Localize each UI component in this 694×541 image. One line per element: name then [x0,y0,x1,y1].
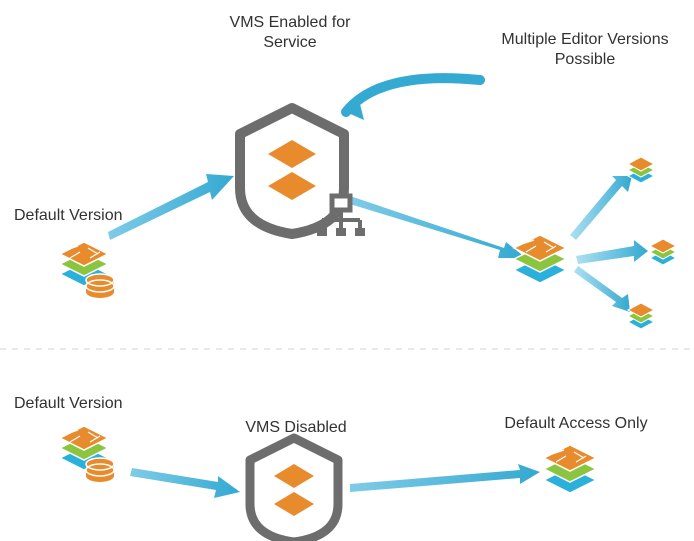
label-default-version-bottom: Default Version [14,394,154,414]
label-default-access: Default Access Only [486,414,666,434]
layers-branch-icon [514,235,566,283]
layers-small-3-icon [628,303,654,329]
arrow-vms-to-branch [350,196,526,258]
layers-db-icon-2 [60,426,114,482]
label-multiple-editor: Multiple Editor Versions Possible [480,30,690,70]
arrow-branch-2 [576,240,648,264]
label-vms-enabled: VMS Enabled for Service [200,13,380,53]
arrow-annotation [346,78,480,112]
vms-enabled-icon [240,108,365,236]
arrow-default-to-disabled [130,468,240,498]
label-default-version-top: Default Version [14,206,154,226]
label-vms-disabled: VMS Disabled [226,418,366,438]
vms-disabled-icon [250,438,338,541]
layers-small-1-icon [628,157,654,183]
layers-db-icon [60,242,114,298]
layers-access-icon [544,445,596,493]
layers-small-2-icon [650,239,676,265]
arrow-branch-3 [574,266,630,312]
arrow-branch-1 [570,176,632,240]
arrow-disabled-to-access [350,464,540,492]
